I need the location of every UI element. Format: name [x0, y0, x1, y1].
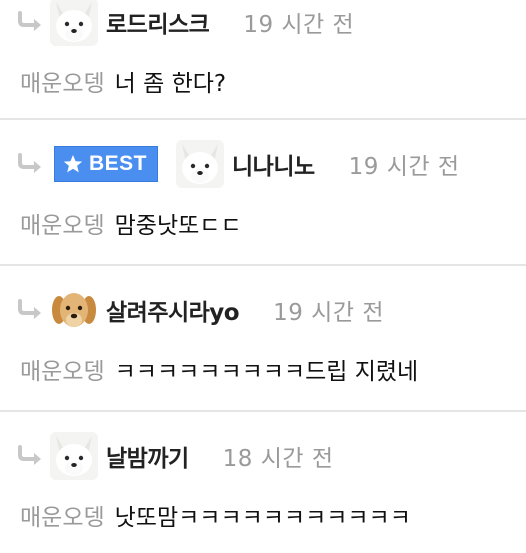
comment-text: 너 좀 한다? — [114, 71, 227, 97]
reply-arrow-icon — [16, 153, 46, 175]
reply-arrow-icon — [16, 445, 46, 467]
comment-item: 날밤까기 18 시간 전 매운오뎅 낫또맘ㅋㅋㅋㅋㅋㅋㅋㅋㅋㅋㅋ — [0, 412, 526, 553]
timestamp: 19 시간 전 — [348, 154, 460, 180]
mention[interactable]: 매운오뎅 — [20, 505, 105, 531]
nickname[interactable]: 로드리스크 — [106, 5, 210, 39]
comment-header: BEST 니나니노 19 시간 전 — [16, 140, 460, 188]
mention[interactable]: 매운오뎅 — [20, 359, 105, 385]
comment-header: 날밤까기 18 시간 전 — [16, 432, 334, 480]
star-icon — [63, 155, 83, 173]
comment-header: 로드리스크 19 시간 전 — [16, 0, 354, 46]
comment-text: ㅋㅋㅋㅋㅋㅋㅋㅋㅋ드립 지렸네 — [114, 359, 419, 385]
comment-body: 매운오뎅 ㅋㅋㅋㅋㅋㅋㅋㅋㅋ드립 지렸네 — [20, 352, 418, 386]
comment-body: 매운오뎅 너 좀 한다? — [20, 64, 226, 98]
comment-item: 살려주시라yo 19 시간 전 매운오뎅 ㅋㅋㅋㅋㅋㅋㅋㅋㅋ드립 지렸네 — [0, 266, 526, 412]
comment-body: 매운오뎅 낫또맘ㅋㅋㅋㅋㅋㅋㅋㅋㅋㅋㅋ — [20, 498, 411, 532]
avatar[interactable] — [176, 140, 225, 188]
comment-body: 매운오뎅 맘중낫또ㄷㄷ — [20, 206, 242, 240]
best-label: BEST — [89, 152, 148, 175]
reply-arrow-icon — [16, 11, 46, 33]
comment-item: 로드리스크 19 시간 전 매운오뎅 너 좀 한다? — [0, 0, 526, 120]
comment-text: 맘중낫또ㄷㄷ — [114, 213, 242, 239]
nickname[interactable]: 니나니노 — [232, 147, 315, 181]
mention[interactable]: 매운오뎅 — [20, 213, 105, 239]
best-badge: BEST — [54, 146, 159, 182]
timestamp: 19 시간 전 — [243, 12, 355, 38]
reply-arrow-icon — [16, 299, 46, 321]
avatar[interactable] — [50, 432, 98, 480]
mention[interactable]: 매운오뎅 — [20, 71, 105, 97]
comment-item: BEST 니나니노 19 시간 전 매운오뎅 맘중낫또ㄷㄷ — [0, 120, 526, 266]
avatar[interactable] — [50, 286, 98, 334]
comment-text: 낫또맘ㅋㅋㅋㅋㅋㅋㅋㅋㅋㅋㅋ — [114, 505, 411, 531]
nickname[interactable]: 날밤까기 — [106, 439, 189, 473]
comment-header: 살려주시라yo 19 시간 전 — [16, 286, 384, 334]
avatar[interactable] — [50, 0, 98, 46]
timestamp: 19 시간 전 — [273, 300, 384, 326]
nickname[interactable]: 살려주시라yo — [106, 293, 240, 327]
timestamp: 18 시간 전 — [222, 446, 334, 472]
